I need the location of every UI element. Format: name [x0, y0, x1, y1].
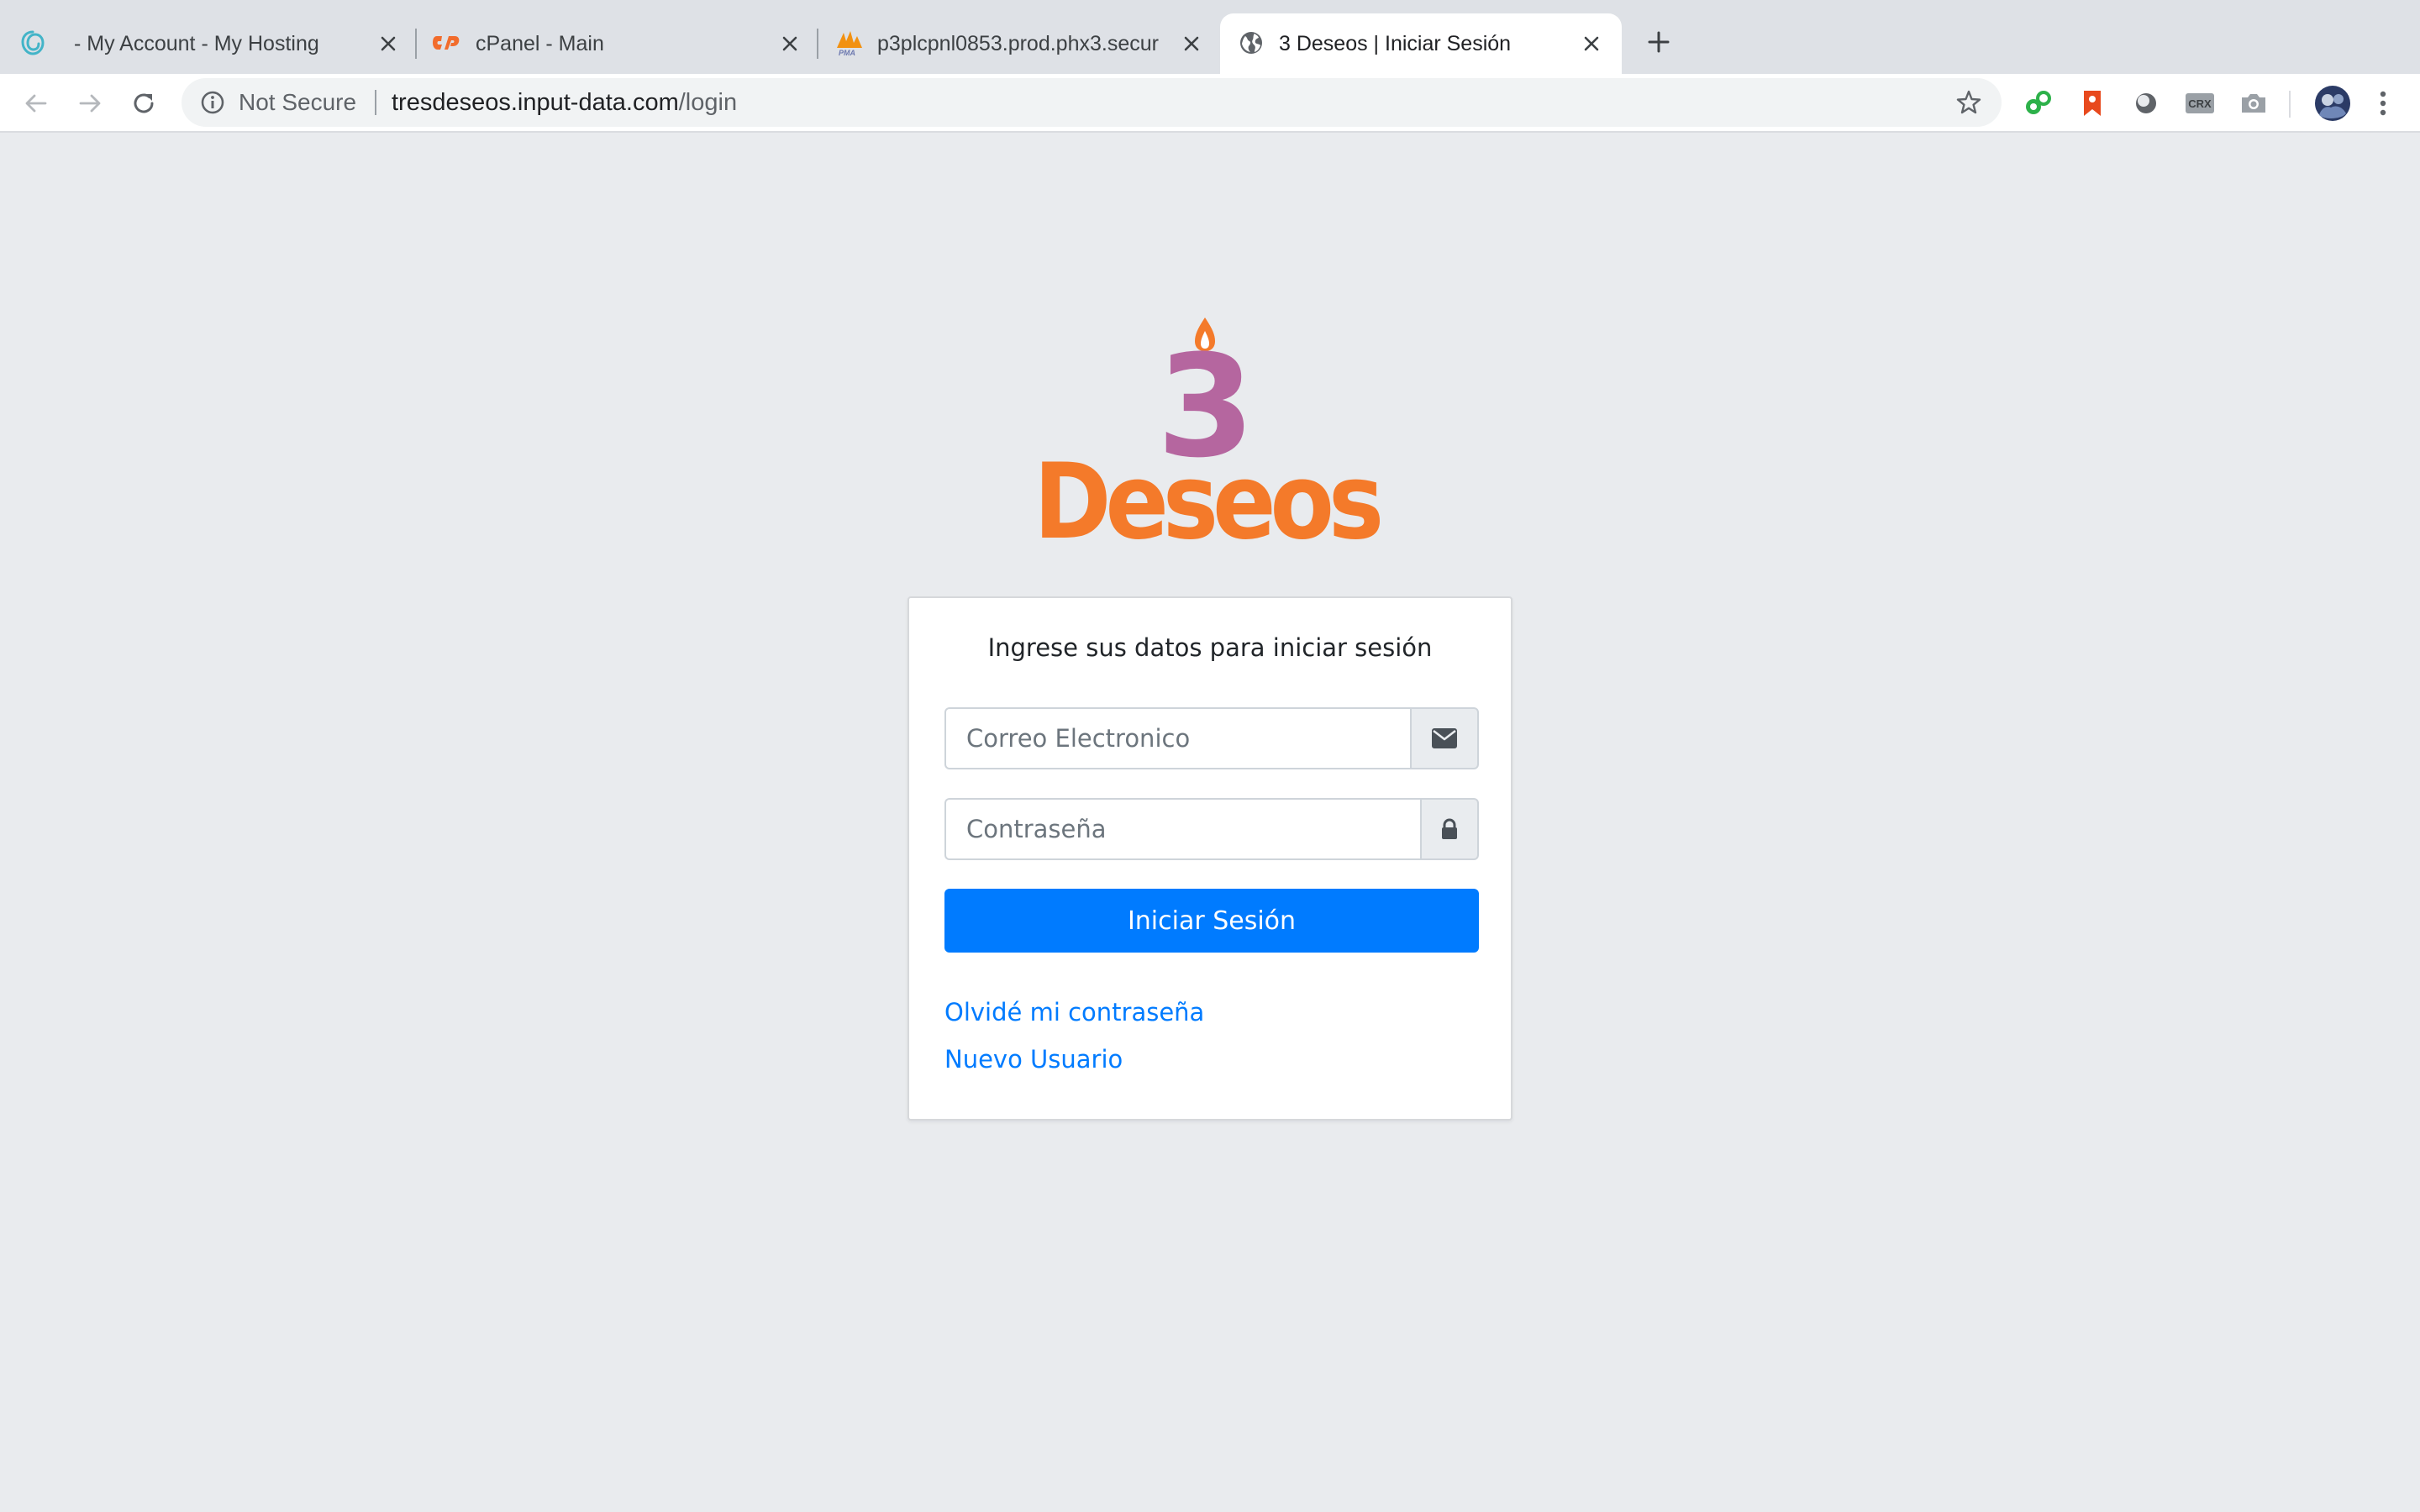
- bookmark-star-icon[interactable]: [1954, 88, 1983, 117]
- new-tab-icon[interactable]: [1642, 25, 1676, 59]
- close-tab-icon[interactable]: [373, 29, 403, 59]
- tab-cpanel[interactable]: cPanel - Main: [417, 13, 817, 74]
- menu-dots-icon[interactable]: [2366, 87, 2400, 120]
- login-card: Ingrese sus datos para iniciar sesión In…: [908, 596, 1512, 1121]
- chat-extension-icon[interactable]: [2022, 87, 2055, 120]
- close-tab-icon[interactable]: [1176, 29, 1207, 59]
- reload-icon[interactable]: [126, 86, 161, 121]
- tab-strip: - My Account - My Hosting cPanel - Main …: [0, 0, 2420, 74]
- toolbar-separator: [2289, 91, 2291, 118]
- lock-icon: [1420, 798, 1479, 860]
- tab-my-account[interactable]: - My Account - My Hosting: [0, 13, 403, 74]
- close-tab-icon[interactable]: [775, 29, 805, 59]
- crx-label: CRX: [2188, 97, 2212, 110]
- security-label[interactable]: Not Secure: [239, 78, 356, 127]
- crx-extension-icon[interactable]: CRX: [2183, 87, 2217, 120]
- url-host: tresdeseos.input-data.com: [392, 89, 679, 116]
- forward-arrow-icon[interactable]: [72, 86, 108, 121]
- tab-phpmyadmin[interactable]: PMA p3plcpnl0853.prod.phx3.secur: [818, 13, 1218, 74]
- browser-toolbar: Not Secure tresdeseos.input-data.com/log…: [0, 74, 2420, 133]
- url-text[interactable]: tresdeseos.input-data.com/login: [392, 78, 737, 127]
- camera-extension-icon[interactable]: [2237, 87, 2270, 120]
- new-user-link[interactable]: Nuevo Usuario: [944, 1045, 1123, 1074]
- phpmyadmin-logo-icon: PMA: [835, 29, 864, 57]
- back-arrow-icon[interactable]: [18, 86, 54, 121]
- login-heading: Ingrese sus datos para iniciar sesión: [987, 633, 1433, 662]
- info-icon[interactable]: [198, 88, 227, 117]
- tab-title: - My Account - My Hosting: [74, 32, 319, 55]
- site-logo: 3 Deseos: [1025, 312, 1386, 563]
- sign-in-button[interactable]: Iniciar Sesión: [944, 889, 1479, 953]
- circle-extension-icon[interactable]: [2129, 87, 2163, 120]
- tab-title: p3plcpnl0853.prod.phx3.secur: [877, 32, 1159, 55]
- svg-text:PMA: PMA: [839, 49, 855, 56]
- bookmark-extension-icon[interactable]: [2075, 87, 2109, 120]
- tab-title: cPanel - Main: [476, 32, 604, 55]
- omnibox-divider: [375, 90, 376, 115]
- tab-title: 3 Deseos | Iniciar Sesión: [1279, 32, 1512, 55]
- profile-avatar[interactable]: [2312, 83, 2353, 123]
- cpanel-logo-icon: [432, 29, 460, 57]
- email-field[interactable]: [944, 707, 1410, 769]
- forgot-password-link[interactable]: Olvidé mi contraseña: [944, 998, 1204, 1026]
- url-path: /login: [678, 89, 738, 116]
- tab-3-deseos[interactable]: 3 Deseos | Iniciar Sesión: [1220, 13, 1622, 74]
- globe-icon: [1237, 29, 1265, 57]
- logo-word: Deseos: [1034, 442, 1380, 539]
- password-field[interactable]: [944, 798, 1420, 860]
- password-input-group: [944, 798, 1479, 860]
- email-input-group: [944, 707, 1479, 769]
- envelope-icon: [1410, 707, 1479, 769]
- address-bar[interactable]: Not Secure tresdeseos.input-data.com/log…: [182, 78, 2002, 127]
- close-tab-icon[interactable]: [1576, 29, 1607, 59]
- hosting-logo-icon: [18, 29, 47, 57]
